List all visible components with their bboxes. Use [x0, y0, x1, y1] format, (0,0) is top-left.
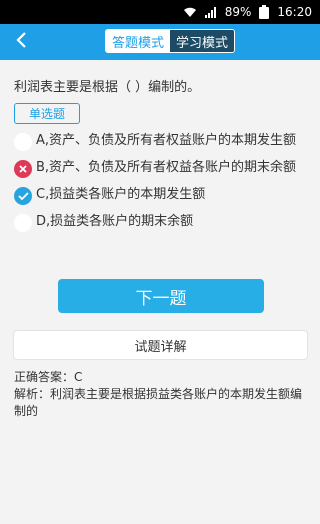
- option-d[interactable]: D,损益类各账户的期末余额: [14, 213, 306, 232]
- top-bar: 答题模式 学习模式: [0, 24, 320, 60]
- tab-answer-mode-label: 答题模式: [111, 35, 164, 51]
- status-bar: 89% 16:20: [0, 0, 320, 24]
- option-d-text: D,损益类各账户的期末余额: [36, 214, 194, 229]
- option-c[interactable]: C,损益类各账户的本期发生额: [14, 186, 306, 205]
- tab-study-mode[interactable]: 学习模式: [170, 30, 234, 52]
- correct-answer: 正确答案：C: [14, 370, 83, 384]
- option-a[interactable]: A,资产、负债及所有者权益账户的本期发生额: [14, 132, 306, 151]
- question-text: 利润表主要是根据（ ）编制的。: [14, 80, 201, 95]
- clock: 16:20: [277, 5, 312, 19]
- next-question-button[interactable]: 下一题: [58, 279, 264, 313]
- tab-study-mode-label: 学习模式: [175, 35, 228, 51]
- battery-percent: 89%: [224, 5, 252, 19]
- option-c-text: C,损益类各账户的本期发生额: [36, 187, 206, 202]
- battery-icon: [259, 5, 270, 19]
- option-b[interactable]: B,资产、负债及所有者权益各账户的期末余额: [14, 159, 306, 178]
- question-detail-button[interactable]: 试题详解: [14, 331, 307, 359]
- signal-icon: [204, 6, 217, 18]
- back-button[interactable]: [10, 30, 34, 54]
- question-type-badge: 单选题: [14, 103, 81, 124]
- answer-section: 正确答案：C 解析：利润表主要是根据损益类各账户的本期发生额编制的: [14, 369, 309, 420]
- radio-icon: [14, 214, 32, 232]
- chevron-left-icon: [16, 32, 28, 52]
- explanation: 解析：利润表主要是根据损益类各账户的本期发生额编制的: [14, 387, 303, 418]
- option-b-text: B,资产、负债及所有者权益各账户的期末余额: [36, 160, 297, 175]
- option-a-text: A,资产、负债及所有者权益账户的本期发生额: [36, 133, 297, 148]
- x-icon: [14, 160, 32, 178]
- question-area: 利润表主要是根据（ ）编制的。 单选题 A,资产、负债及所有者权益账户的本期发生…: [0, 60, 320, 232]
- tab-answer-mode[interactable]: 答题模式: [106, 30, 170, 52]
- radio-icon: [14, 133, 32, 151]
- wifi-icon: [183, 7, 197, 18]
- check-icon: [14, 187, 32, 205]
- option-list: A,资产、负债及所有者权益账户的本期发生额 B,资产、负债及所有者权益各账户的期…: [14, 132, 306, 232]
- mode-switch: 答题模式 学习模式: [105, 29, 235, 53]
